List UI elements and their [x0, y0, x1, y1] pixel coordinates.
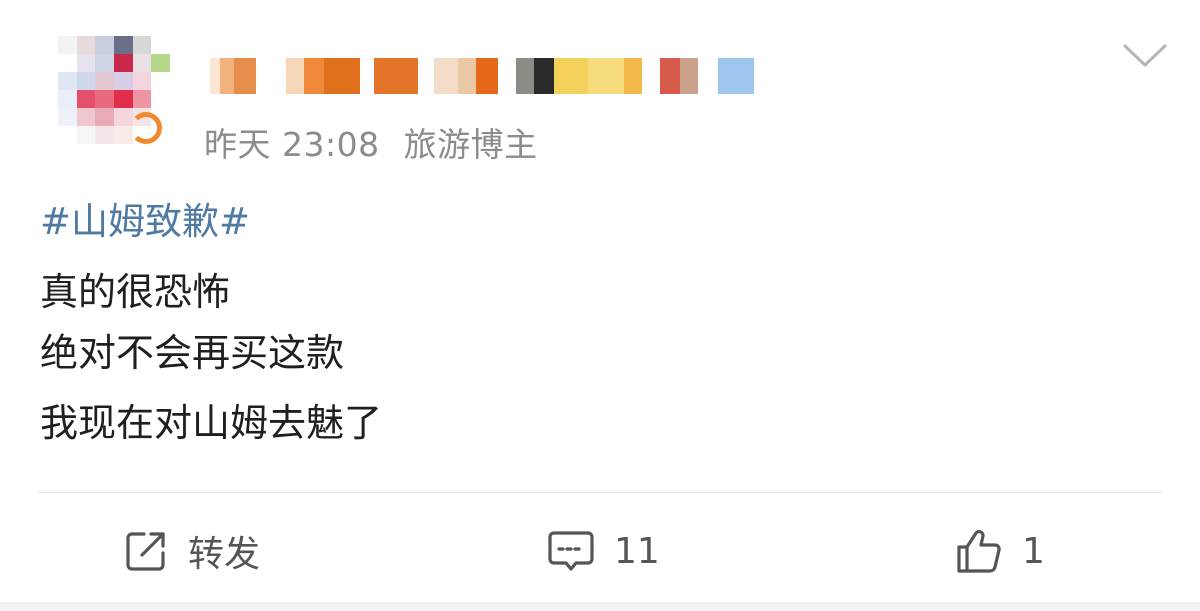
comment-button[interactable]: 11 — [546, 515, 660, 587]
post-content: #山姆致歉# 真的很恐怖 绝对不会再买这款 我现在对山姆去魅了 — [40, 196, 1160, 458]
post-timestamp: 昨天 23:08 — [204, 125, 380, 164]
comment-count: 11 — [614, 530, 660, 572]
footer-separator — [0, 602, 1200, 611]
post-meta: 昨天 23:08 旅游博主 — [204, 118, 538, 166]
post-text-line: 绝对不会再买这款 — [40, 331, 345, 375]
post-text-line: 我现在对山姆去魅了 — [40, 401, 383, 445]
repost-button[interactable]: 转发 — [122, 515, 260, 587]
like-count: 1 — [1022, 530, 1045, 572]
repost-label: 转发 — [188, 534, 261, 575]
post-text-line: 真的很恐怖 — [40, 270, 231, 314]
chevron-down-icon[interactable] — [1122, 38, 1168, 72]
weibo-post-card: 昨天 23:08 旅游博主 #山姆致歉# 真的很恐怖 绝对不会再买这款 我现在对山… — [0, 0, 1200, 611]
action-bar: 转发 11 1 — [0, 515, 1200, 587]
thumbs-up-icon — [954, 526, 1004, 576]
verified-badge-icon — [130, 112, 162, 144]
like-button[interactable]: 1 — [954, 515, 1045, 587]
post-source: 旅游博主 — [403, 125, 538, 164]
hashtag-link[interactable]: #山姆致歉# — [40, 196, 250, 248]
divider — [38, 492, 1162, 493]
username-redacted[interactable] — [210, 56, 754, 96]
share-icon — [122, 527, 170, 575]
comment-icon — [546, 527, 596, 575]
